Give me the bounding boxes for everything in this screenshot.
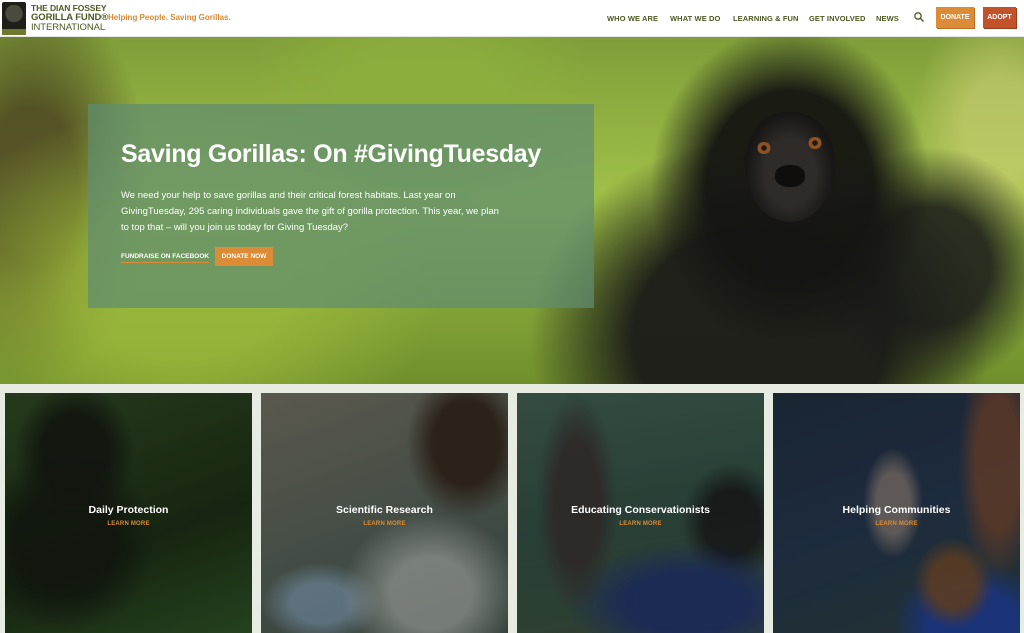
nav-item-get-involved[interactable]: GET INVOLVED <box>809 14 865 23</box>
card-title: Helping Communities <box>842 504 951 516</box>
gorilla-nose <box>775 165 805 187</box>
card-educating-conservationists[interactable]: Educating Conservationists LEARN MORE <box>517 393 764 633</box>
logo-line-3: INTERNATIONAL <box>31 22 106 33</box>
hero-text: We need your help to save gorillas and t… <box>121 190 499 233</box>
gorilla-logo-icon[interactable] <box>2 2 26 35</box>
gorilla-eye <box>808 137 822 149</box>
header-adopt-button[interactable]: ADOPT <box>983 7 1016 28</box>
gorilla-eye <box>757 142 771 154</box>
hero-banner: Saving Gorillas: On #GivingTuesday We ne… <box>0 37 1024 384</box>
hero-donate-button[interactable]: DONATE NOW <box>215 247 273 266</box>
card-learn-more-link[interactable]: LEARN MORE <box>261 521 508 527</box>
card-title: Scientific Research <box>336 504 433 516</box>
logo-text[interactable]: THE DIAN FOSSEY GORILLA FUND® INTERNATIO… <box>31 3 108 33</box>
search-icon[interactable] <box>913 11 925 23</box>
tagline: Helping People. Saving Gorillas. <box>108 13 231 22</box>
card-helping-communities[interactable]: Helping Communities LEARN MORE <box>773 393 1020 633</box>
site-header: THE DIAN FOSSEY GORILLA FUND® INTERNATIO… <box>0 0 1024 37</box>
card-daily-protection[interactable]: Daily Protection LEARN MORE <box>5 393 252 633</box>
card-learn-more-link[interactable]: LEARN MORE <box>773 521 1020 527</box>
fundraise-facebook-link[interactable]: FUNDRAISE ON FACEBOOK <box>121 253 210 263</box>
card-learn-more-link[interactable]: LEARN MORE <box>517 521 764 527</box>
nav-item-learning-fun[interactable]: LEARNING & FUN <box>733 14 799 23</box>
header-donate-button[interactable]: DONATE <box>936 7 974 28</box>
program-cards: Daily Protection LEARN MORE Scientific R… <box>0 384 1024 633</box>
nav-item-what-we-do[interactable]: WHAT WE DO <box>670 14 720 23</box>
hero-title: Saving Gorillas: On #GivingTuesday <box>121 140 542 168</box>
nav-item-news[interactable]: NEWS <box>876 14 899 23</box>
hero-panel: Saving Gorillas: On #GivingTuesday We ne… <box>88 104 594 308</box>
card-title: Daily Protection <box>88 504 169 516</box>
card-scientific-research[interactable]: Scientific Research LEARN MORE <box>261 393 508 633</box>
card-title: Educating Conservationists <box>571 504 710 516</box>
nav-item-who-we-are[interactable]: WHO WE ARE <box>607 14 658 23</box>
card-learn-more-link[interactable]: LEARN MORE <box>5 521 252 527</box>
